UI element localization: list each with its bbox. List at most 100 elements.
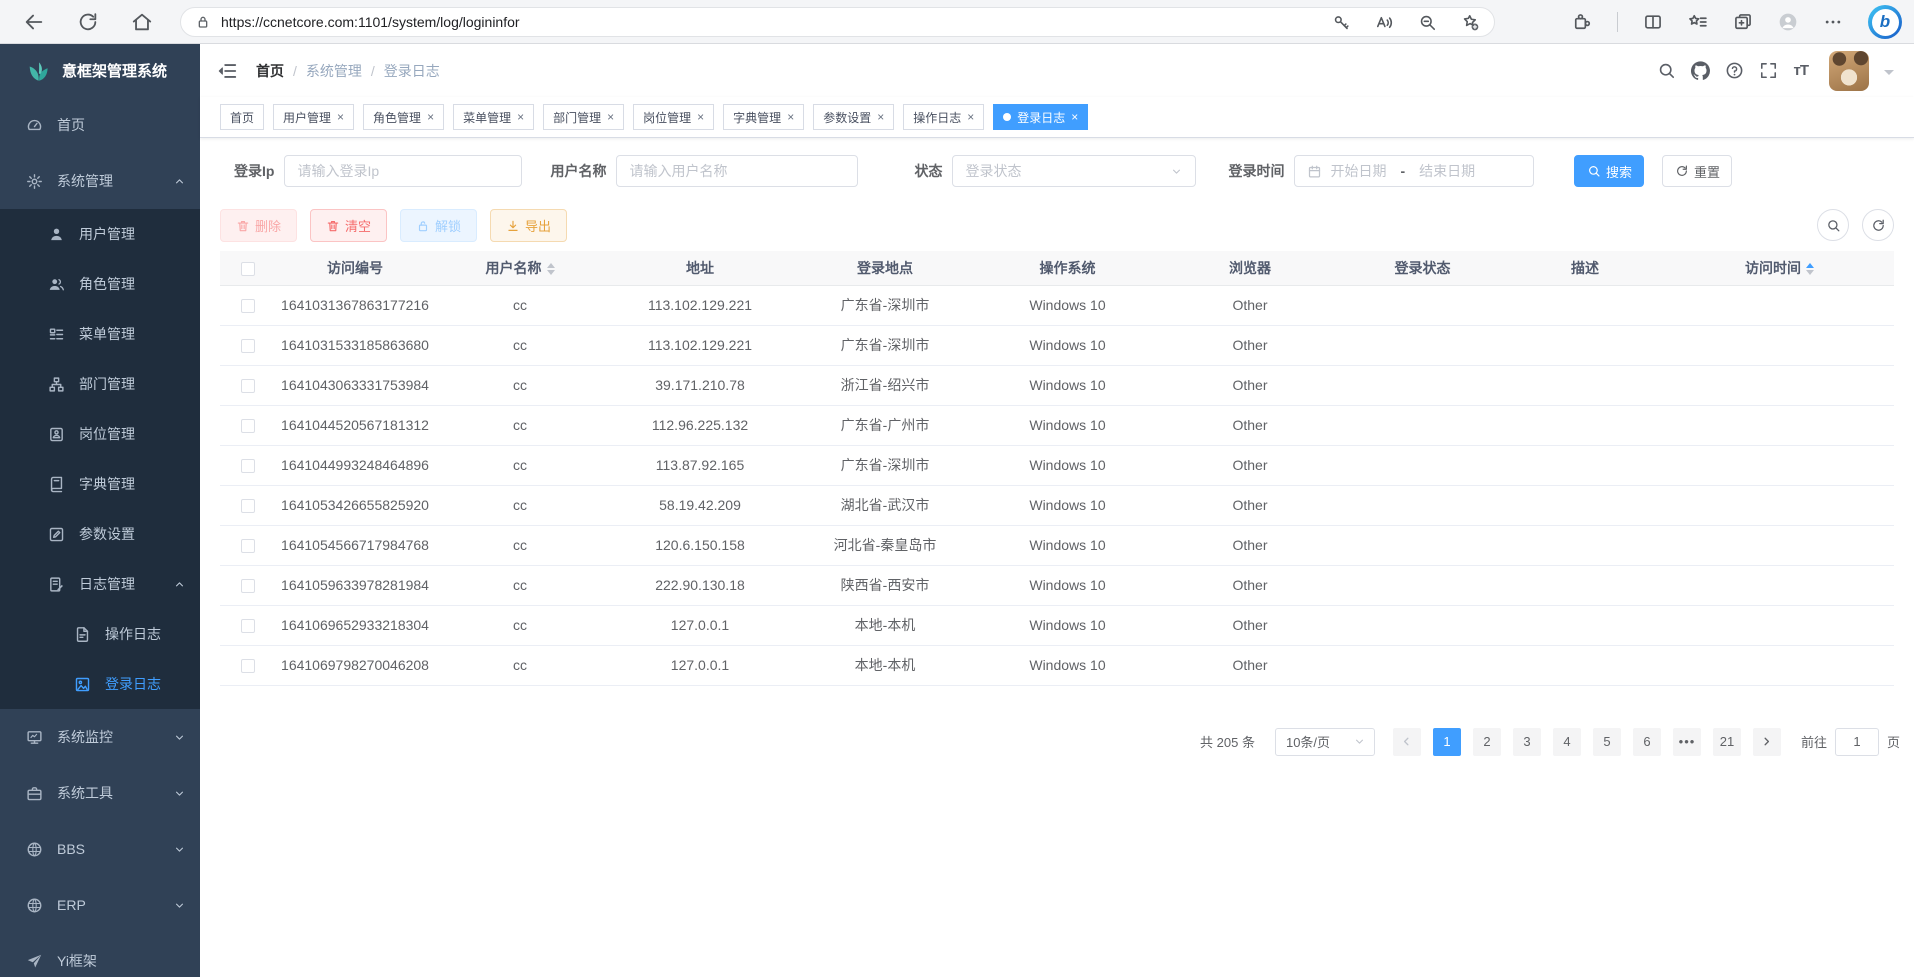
row-checkbox[interactable]: [241, 659, 255, 673]
tab-用户管理[interactable]: 用户管理×: [273, 104, 354, 130]
username-input[interactable]: [629, 163, 845, 179]
delete-button[interactable]: 删除: [220, 209, 297, 242]
sidebar-item-菜单管理[interactable]: 菜单管理: [0, 309, 200, 359]
page-button-5[interactable]: 5: [1593, 728, 1621, 756]
tab-登录日志[interactable]: 登录日志×: [993, 104, 1088, 130]
next-page-button[interactable]: [1753, 728, 1781, 756]
favorite-add-icon[interactable]: [1461, 13, 1480, 32]
page-size-select[interactable]: 10条/页: [1275, 728, 1375, 756]
tab-角色管理[interactable]: 角色管理×: [363, 104, 444, 130]
row-checkbox[interactable]: [241, 339, 255, 353]
breadcrumb-item[interactable]: 系统管理: [306, 61, 362, 81]
tab-close-icon[interactable]: ×: [517, 110, 524, 124]
row-checkbox[interactable]: [241, 499, 255, 513]
row-checkbox[interactable]: [241, 459, 255, 473]
search-button[interactable]: 搜索: [1574, 155, 1644, 187]
sidebar-item-角色管理[interactable]: 角色管理: [0, 259, 200, 309]
tab-close-icon[interactable]: ×: [1071, 110, 1078, 124]
tab-close-icon[interactable]: ×: [607, 110, 614, 124]
fullscreen-icon[interactable]: [1759, 61, 1778, 80]
sidebar-item-首页[interactable]: 首页: [0, 97, 200, 153]
github-icon[interactable]: [1691, 61, 1710, 80]
breadcrumb-item[interactable]: 首页: [256, 61, 284, 81]
export-button[interactable]: 导出: [490, 209, 567, 242]
sidebar-item-部门管理[interactable]: 部门管理: [0, 359, 200, 409]
breadcrumb-item[interactable]: 登录日志: [384, 61, 440, 81]
sort-caret-icon[interactable]: [547, 263, 555, 275]
refresh-table-button[interactable]: [1862, 209, 1894, 241]
reset-button[interactable]: 重置: [1662, 155, 1732, 187]
login-ip-input[interactable]: [297, 163, 509, 179]
page-button-3[interactable]: 3: [1513, 728, 1541, 756]
row-checkbox[interactable]: [241, 379, 255, 393]
sidebar-item-登录日志[interactable]: 登录日志: [0, 659, 200, 709]
goto-page-input[interactable]: [1835, 728, 1879, 756]
sidebar-item-用户管理[interactable]: 用户管理: [0, 209, 200, 259]
tab-close-icon[interactable]: ×: [697, 110, 704, 124]
clear-button[interactable]: 清空: [310, 209, 387, 242]
tab-首页[interactable]: 首页: [220, 104, 264, 130]
sidebar-item-字典管理[interactable]: 字典管理: [0, 459, 200, 509]
column-header-用户名称[interactable]: 用户名称: [435, 251, 605, 285]
favorites-bar-icon[interactable]: [1688, 12, 1708, 32]
sidebar-item-系统工具[interactable]: 系统工具: [0, 765, 200, 821]
row-checkbox[interactable]: [241, 299, 255, 313]
split-screen-icon[interactable]: [1643, 12, 1663, 32]
tab-close-icon[interactable]: ×: [877, 110, 884, 124]
sidebar-item-操作日志[interactable]: 操作日志: [0, 609, 200, 659]
password-key-icon[interactable]: [1332, 13, 1351, 32]
row-checkbox[interactable]: [241, 579, 255, 593]
zoom-out-icon[interactable]: [1418, 13, 1437, 32]
page-button-4[interactable]: 4: [1553, 728, 1581, 756]
sidebar-item-系统管理[interactable]: 系统管理: [0, 153, 200, 209]
tab-岗位管理[interactable]: 岗位管理×: [633, 104, 714, 130]
page-button-21[interactable]: 21: [1713, 728, 1741, 756]
tab-close-icon[interactable]: ×: [337, 110, 344, 124]
extensions-icon[interactable]: [1572, 12, 1592, 32]
date-range-picker[interactable]: 开始日期 - 结束日期: [1294, 155, 1534, 187]
sidebar-item-BBS[interactable]: BBS: [0, 821, 200, 877]
back-icon[interactable]: [23, 11, 45, 33]
tab-字典管理[interactable]: 字典管理×: [723, 104, 804, 130]
row-checkbox[interactable]: [241, 419, 255, 433]
previous-page-button[interactable]: [1393, 728, 1421, 756]
reload-icon[interactable]: [77, 11, 99, 33]
page-button-2[interactable]: 2: [1473, 728, 1501, 756]
help-icon[interactable]: [1725, 61, 1744, 80]
more-menu-icon[interactable]: [1823, 12, 1843, 32]
address-bar[interactable]: https://ccnetcore.com:1101/system/log/lo…: [180, 7, 1495, 37]
sidebar-item-系统监控[interactable]: 系统监控: [0, 709, 200, 765]
row-checkbox[interactable]: [241, 539, 255, 553]
select-all-checkbox[interactable]: [241, 262, 255, 276]
tab-参数设置[interactable]: 参数设置×: [813, 104, 894, 130]
collections-icon[interactable]: [1733, 12, 1753, 32]
tab-close-icon[interactable]: ×: [787, 110, 794, 124]
avatar-caret-down-icon[interactable]: [1884, 70, 1894, 80]
header-search-icon[interactable]: [1657, 61, 1676, 80]
bing-chat-icon[interactable]: b: [1868, 5, 1902, 39]
home-icon[interactable]: [131, 11, 153, 33]
tab-菜单管理[interactable]: 菜单管理×: [453, 104, 534, 130]
page-button-6[interactable]: 6: [1633, 728, 1661, 756]
sidebar-fold-icon[interactable]: [216, 60, 238, 82]
tab-部门管理[interactable]: 部门管理×: [543, 104, 624, 130]
unlock-button[interactable]: 解锁: [400, 209, 477, 242]
site-security-padlock-icon[interactable]: [195, 14, 211, 30]
read-aloud-icon[interactable]: [1375, 13, 1394, 32]
sidebar-item-ERP[interactable]: ERP: [0, 877, 200, 933]
show-search-button[interactable]: [1817, 209, 1849, 241]
browser-profile-icon[interactable]: [1778, 12, 1798, 32]
column-header-访问时间[interactable]: 访问时间: [1665, 251, 1894, 285]
tab-操作日志[interactable]: 操作日志×: [903, 104, 984, 130]
user-avatar[interactable]: [1829, 51, 1869, 91]
status-select[interactable]: 登录状态: [952, 155, 1196, 187]
tab-close-icon[interactable]: ×: [427, 110, 434, 124]
sidebar-item-日志管理[interactable]: 日志管理: [0, 559, 200, 609]
page-button-1[interactable]: 1: [1433, 728, 1461, 756]
sidebar-item-Yi框架[interactable]: Yi框架: [0, 933, 200, 977]
sidebar-item-参数设置[interactable]: 参数设置: [0, 509, 200, 559]
row-checkbox[interactable]: [241, 619, 255, 633]
sort-caret-icon[interactable]: [1806, 263, 1814, 275]
tab-close-icon[interactable]: ×: [967, 110, 974, 124]
font-size-icon[interactable]: тT: [1793, 62, 1808, 79]
